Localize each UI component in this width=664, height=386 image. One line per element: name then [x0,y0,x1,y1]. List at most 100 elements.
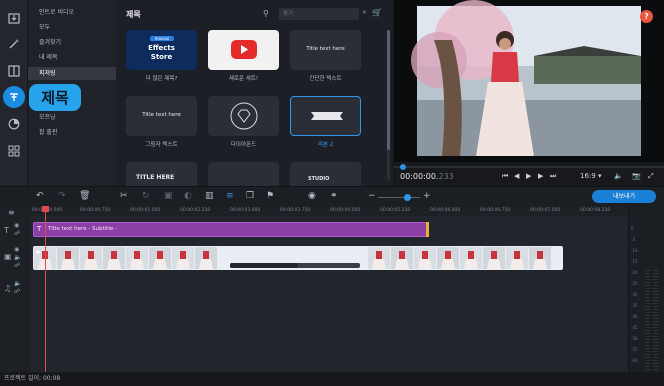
stickers-icon[interactable] [6,116,22,132]
titles-icon[interactable] [3,86,25,108]
video-clip[interactable]: ★ [33,246,563,270]
voice-over-icon[interactable]: ◉ [308,191,316,201]
microphone-icon[interactable]: ⚭ [330,191,338,201]
category-item-selected[interactable]: 피쳐링 [28,67,116,80]
marker-flag-icon[interactable]: ⚑ [266,191,274,201]
track-mute-icon[interactable]: 🔈 [14,280,21,287]
meter-label: -50 [631,336,638,341]
clip-effect-star-icon[interactable]: ★ [35,248,41,256]
title-tile-studio[interactable]: STUDIO [290,162,361,186]
title-tile-diamond[interactable] [208,96,279,136]
category-item[interactable]: 인트로 비디오 [28,6,116,19]
next-frame-icon[interactable]: ▶ [538,172,543,180]
add-track-icon[interactable]: ≡ [8,208,15,217]
overlay-icon[interactable]: ❐ [246,191,254,201]
category-item[interactable]: 모프닝 [28,111,116,124]
clip-properties-icon[interactable]: ▥ [205,191,214,201]
rotate-icon[interactable]: ↻ [142,191,150,201]
meter-label: -60 [631,358,638,363]
store-thumb-main: Effects [148,44,175,52]
meter-label: -20 [631,270,638,275]
browser-scrollbar-thumb[interactable] [387,30,390,150]
settings-sliders-icon[interactable]: ≡ [226,191,234,201]
title-tile-simple[interactable]: Title text here [290,30,361,70]
title-clip-end-handle[interactable] [426,222,429,237]
clear-search-icon[interactable]: ✕ [362,9,367,16]
volume-icon[interactable]: 🔈 [614,172,623,180]
skip-start-icon[interactable]: ⏮ [502,172,508,181]
meter-bar-left [645,270,650,370]
more-tools-icon[interactable] [6,143,22,159]
clip-frame-thumb [195,247,217,269]
cart-icon[interactable]: 🛒 [372,8,382,17]
track-link-icon[interactable]: ☍ [14,288,20,295]
timecode-frac: 233 [438,172,454,181]
ruler-tick: 00:00:07.500 [530,208,561,213]
help-button[interactable]: ? [640,10,653,23]
preview-panel: ? 00:00:00.233 ⏮ ◀ ▶ ▶ ⏭ 16:9 ▾ 🔈 📷 ⤢ [394,0,664,186]
aspect-ratio-select[interactable]: 16:9 ▾ [580,172,601,180]
category-item[interactable]: 즐겨찾기 [28,36,116,49]
timeline: ≡ T ◉ ☍ ▣ ◉ 🔈 ☍ ♫ 🔈 ☍ 00:00:00.000 00:00… [0,206,664,372]
zoom-out-icon[interactable]: − [368,191,376,201]
undo-icon[interactable]: ↶ [36,191,44,201]
diamond-badge-icon [230,102,258,130]
title-tile-blank[interactable] [208,162,279,186]
title-tile-ribbon-selected[interactable] [290,96,361,136]
tile-caption: 더 많은 제목? [145,76,178,82]
clip-frame-thumb [368,247,390,269]
prev-frame-icon[interactable]: ◀ [514,172,519,180]
title-clip-label: Title text here - Subtitle - [48,226,117,232]
title-track-icon: T [4,226,9,235]
ruler-tick: 00:00:08.250 [580,208,611,213]
title-tile-shadow[interactable]: Title text here [126,96,197,136]
ruler-tick: 00:00:06.000 [430,208,461,213]
category-item[interactable]: 내 제목 [28,51,116,64]
preview-timecode: 00:00:00.233 [400,172,454,181]
timeline-ruler[interactable]: 00:00:00.000 00:00:00.750 00:00:01.500 0… [30,206,628,216]
scrubber-knob[interactable] [400,164,406,170]
fullscreen-icon[interactable]: ⤢ [648,172,654,181]
aspect-ratio-value: 16:9 [580,172,596,180]
zoom-slider-track[interactable] [378,197,420,198]
title-tile-bold[interactable]: TITLE HERE [126,162,197,186]
audio-level-meter: 0 -5 -10 -15 -20 -25 -30 -35 -40 -45 -50… [628,206,664,372]
zoom-slider-knob[interactable] [403,194,411,201]
track-link-icon[interactable]: ☍ [14,230,20,237]
clip-frame-thumb [103,247,125,269]
tool-rail [0,0,28,186]
track-visibility-icon[interactable]: ◉ [14,222,19,229]
redo-icon[interactable]: ↷ [58,191,66,201]
zoom-in-icon[interactable]: + [423,191,431,201]
search-input[interactable] [279,8,359,20]
meter-bar-right [653,270,658,370]
ruler-tick: 00:00:00.750 [80,208,111,213]
track-mute-icon[interactable]: 🔈 [14,254,21,261]
title-tile-store[interactable]: movavi Effects Store [126,30,197,70]
playhead[interactable] [45,206,46,372]
clip-transition-bar[interactable] [230,263,360,268]
skip-end-icon[interactable]: ⏭ [550,172,556,181]
ruler-tick: 00:00:06.750 [480,208,511,213]
title-clip[interactable]: T Title text here - Subtitle - [33,222,429,237]
clip-transition-fill [230,263,298,268]
magic-wand-icon[interactable] [6,36,22,52]
ruler-tick: 00:00:01.500 [130,208,161,213]
category-item[interactable]: 팝 출판 [28,126,116,139]
snapshot-icon[interactable]: 📷 [632,172,641,180]
export-button[interactable]: 내보내기 [592,190,656,203]
title-tile-youtube[interactable] [208,30,279,70]
track-visibility-icon[interactable]: ◉ [14,246,19,253]
transitions-icon[interactable] [6,63,22,79]
category-item[interactable]: 모두 [28,21,116,34]
preview-scrubber[interactable] [394,164,664,170]
tile-thumb-text: Title text here [306,46,345,52]
color-adjust-icon[interactable]: ◐ [184,191,192,201]
crop-icon[interactable]: ▣ [164,191,173,201]
import-icon[interactable] [6,10,22,26]
split-icon[interactable]: ✂ [120,191,128,201]
track-lock-icon[interactable]: ☍ [14,262,20,269]
search-icon[interactable]: ⚲ [263,9,269,18]
delete-icon[interactable]: 🗑 [79,191,90,201]
play-icon[interactable]: ▶ [526,172,531,180]
